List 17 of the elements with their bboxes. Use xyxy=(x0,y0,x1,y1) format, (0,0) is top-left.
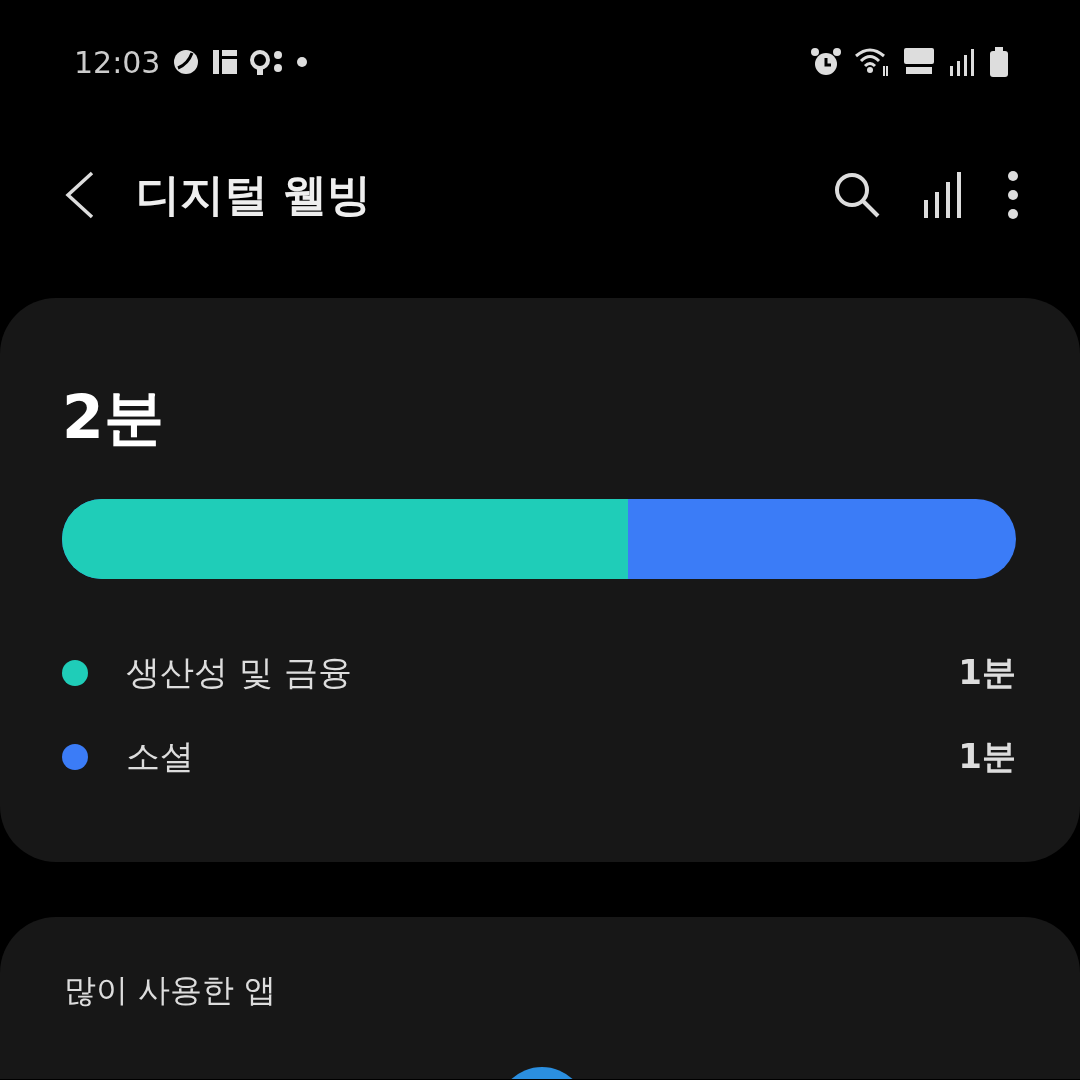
alarm-icon xyxy=(810,46,842,78)
status-time: 12:03 xyxy=(74,44,161,80)
wifi-icon xyxy=(854,46,890,78)
total-time: 2분 xyxy=(62,381,165,454)
section-title: 많이 사용한 앱 xyxy=(64,971,277,1009)
calendar-icon xyxy=(212,48,239,76)
battery-icon xyxy=(988,46,1010,78)
search-icon[interactable] xyxy=(832,170,882,220)
category-time: 1분 xyxy=(958,651,1016,694)
category-time: 1분 xyxy=(958,735,1016,778)
category-name: 생산성 및 금융 xyxy=(126,651,353,694)
page-title: 디지털 웰빙 xyxy=(136,167,373,222)
moon-icon xyxy=(172,48,201,76)
signal-icon xyxy=(948,46,976,78)
category-name: 소셜 xyxy=(126,735,195,778)
more-options-icon[interactable] xyxy=(1006,170,1020,220)
dot-icon xyxy=(296,56,309,68)
